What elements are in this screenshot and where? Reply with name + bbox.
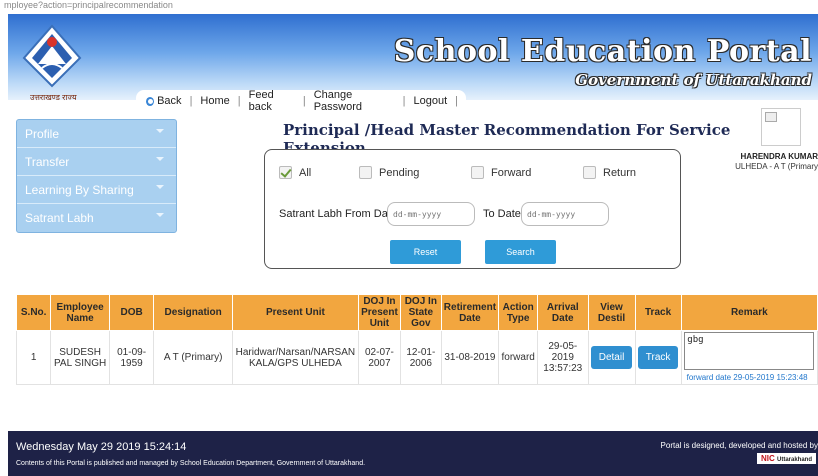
- portal-title-block: School Education Portal Government of Ut…: [394, 34, 812, 89]
- footer-datetime: Wednesday May 29 2019 15:24:14: [16, 441, 187, 453]
- remark-textarea[interactable]: gbg: [684, 332, 815, 370]
- sidebar-item-label: Learning By Sharing: [25, 182, 134, 197]
- nav-home[interactable]: Home: [200, 95, 229, 107]
- nav-logout[interactable]: Logout: [413, 95, 447, 107]
- portal-title: School Education Portal: [393, 34, 812, 69]
- filter-forward[interactable]: Forward: [471, 166, 531, 179]
- filter-pending-label: Pending: [379, 166, 420, 179]
- filter-return[interactable]: Return: [583, 166, 636, 179]
- sidebar-item-label: Satrant Labh: [25, 211, 94, 225]
- cell-sno: 1: [15, 330, 52, 385]
- checkbox-icon[interactable]: [359, 166, 372, 179]
- user-photo-placeholder: [761, 108, 801, 146]
- url-bar: mployee?action=principalrecommendation: [0, 0, 818, 14]
- table-header-row: S.No. Employee Name DOB Designation Pres…: [15, 294, 818, 331]
- user-name: HARENDRA KUMAR: [740, 152, 818, 161]
- cell-remark: gbg forward date 29-05-2019 15:23:48: [680, 330, 818, 385]
- nav-change-password[interactable]: Change Password: [314, 89, 395, 113]
- column-header: Remark: [680, 294, 818, 331]
- column-header: DOJ In Present Unit: [357, 294, 402, 331]
- nic-logo: NIC Uttarakhand: [756, 453, 816, 464]
- column-header: Retirement Date: [440, 294, 500, 331]
- nav-separator: |: [189, 95, 193, 107]
- column-header: Track: [634, 294, 682, 331]
- logo-caption: उत्तराखण्ड राज्य: [30, 93, 77, 102]
- state-emblem-logo: [22, 24, 82, 88]
- column-header: Action Type: [498, 294, 539, 331]
- filter-pending[interactable]: Pending: [359, 166, 419, 179]
- back-icon: [146, 96, 155, 106]
- from-date-label: Satrant Labh From Date :: [279, 208, 404, 220]
- from-date-input[interactable]: [387, 202, 475, 226]
- remark-forward-note: forward date 29-05-2019 15:23:48: [686, 373, 808, 382]
- chevron-down-icon: [156, 185, 164, 189]
- column-header: Present Unit: [232, 294, 359, 331]
- track-button[interactable]: Track: [637, 346, 679, 369]
- filter-panel: All Pending Forward Return Satrant Labh …: [264, 149, 681, 269]
- cell-dob: 01-09-1959: [108, 330, 155, 385]
- nav-separator: |: [237, 95, 241, 107]
- filter-all-label: All: [299, 166, 312, 179]
- nav-back[interactable]: Back: [157, 95, 181, 107]
- nav-separator: |: [455, 95, 458, 107]
- sidebar-menu: Profile Transfer Learning By Sharing Sat…: [16, 119, 177, 233]
- sidebar-item-transfer[interactable]: Transfer: [17, 148, 176, 176]
- filter-all[interactable]: All: [279, 166, 311, 179]
- cell-present-unit: Haridwar/Narsan/NARSAN KALA/GPS ULHEDA: [232, 330, 359, 385]
- chevron-down-icon: [156, 157, 164, 161]
- sidebar-item-learning-by-sharing[interactable]: Learning By Sharing: [17, 176, 176, 204]
- reset-button[interactable]: Reset: [390, 240, 461, 264]
- site-header: उत्तराखण्ड राज्य Back | Home | Feed back…: [8, 14, 818, 113]
- user-post: ULHEDA - A T (Primary: [735, 162, 818, 171]
- footer-note: Contents of this Portal is published and…: [16, 460, 366, 467]
- filter-return-label: Return: [603, 166, 637, 179]
- cell-designation: A T (Primary): [153, 330, 234, 385]
- recommendation-table: S.No. Employee Name DOB Designation Pres…: [15, 294, 818, 385]
- cell-action-type: forward: [498, 330, 539, 385]
- footer-host-text: Portal is designed, developed and hosted…: [660, 441, 818, 450]
- cell-detail: Detail: [587, 330, 636, 385]
- nic-logo-subtext: Uttarakhand: [776, 457, 812, 463]
- cell-doj-state-gov: 12-01-2006: [400, 330, 442, 385]
- cell-employee-name: SUDESH PAL SINGH: [50, 330, 110, 385]
- column-header: DOJ In State Gov: [400, 294, 442, 331]
- site-footer: Wednesday May 29 2019 15:24:14 Contents …: [8, 431, 818, 476]
- top-navigation: Back | Home | Feed back | Change Passwor…: [136, 89, 466, 113]
- cell-retirement-date: 31-08-2019: [440, 330, 500, 385]
- nav-separator: |: [302, 95, 306, 107]
- cell-arrival-date: 29-05-2019 13:57:23: [537, 330, 589, 385]
- search-button[interactable]: Search: [485, 240, 556, 264]
- cell-track: Track: [634, 330, 682, 385]
- filter-forward-label: Forward: [491, 166, 532, 179]
- nav-separator: |: [402, 95, 406, 107]
- column-header: Arrival Date: [537, 294, 589, 331]
- sidebar-item-profile[interactable]: Profile: [17, 120, 176, 148]
- column-header: Designation: [153, 294, 234, 331]
- column-header: Employee Name: [50, 294, 110, 331]
- nav-feedback[interactable]: Feed back: [249, 89, 295, 113]
- to-date-input[interactable]: [521, 202, 609, 226]
- cell-doj-present-unit: 02-07-2007: [357, 330, 402, 385]
- detail-button[interactable]: Detail: [590, 346, 633, 369]
- nic-logo-text: NIC: [760, 454, 775, 463]
- sidebar-item-label: Profile: [25, 126, 60, 141]
- column-header: S.No.: [15, 294, 52, 331]
- chevron-down-icon: [156, 213, 164, 217]
- sidebar-item-satrant-labh[interactable]: Satrant Labh: [17, 204, 176, 232]
- checkbox-icon[interactable]: [583, 166, 596, 179]
- portal-subtitle: Government of Uttarakhand: [575, 71, 812, 89]
- table-row: 1 SUDESH PAL SINGH 01-09-1959 A T (Prima…: [15, 330, 818, 385]
- column-header: DOB: [108, 294, 155, 331]
- chevron-down-icon: [156, 129, 164, 133]
- sidebar-item-label: Transfer: [25, 154, 70, 169]
- checkbox-icon[interactable]: [471, 166, 484, 179]
- checkbox-checked-icon[interactable]: [279, 166, 292, 179]
- column-header: View Destil: [587, 294, 636, 331]
